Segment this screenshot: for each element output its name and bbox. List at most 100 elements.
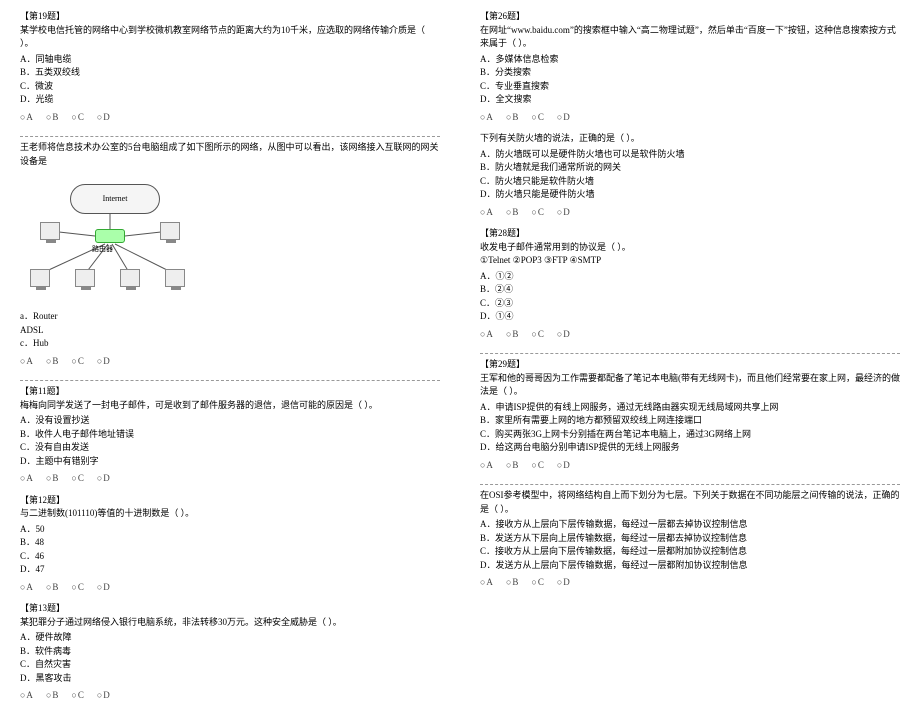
q29-opt-a: A．申请ISP提供的有线上网服务，通过无线路由器实现无线局域网共享上网 [480, 401, 900, 415]
q11-opt-d: D．主题中有错别字 [20, 455, 440, 469]
q30-opt-c: C．接收方从上层向下层传输数据，每经过一层都附加协议控制信息 [480, 545, 900, 559]
q29-heading: 【第29题】 [480, 358, 900, 372]
divider [20, 380, 440, 381]
q26-stem: 在网址“www.baidu.com”的搜索框中输入“高二物理试题”，然后单击“百… [480, 24, 900, 51]
q26-options: A．多媒体信息检索 B．分类搜索 C．专业垂直搜索 D．全文搜索 [480, 53, 900, 107]
network-diagram: Internet 路由器 [20, 174, 200, 304]
q12-opt-a: A．50 [20, 523, 440, 537]
q11-heading: 【第11题】 [20, 385, 440, 399]
q27-opt-b: B．防火墙就是我们通常所说的网关 [480, 161, 900, 175]
q30-opt-d: D．发送方从上层向下层传输数据，每经过一层都附加协议控制信息 [480, 559, 900, 573]
q12-options: A．50 B．48 C．46 D．47 [20, 523, 440, 577]
internet-cloud-icon: Internet [70, 184, 160, 214]
q27-options: A．防火墙既可以是硬件防火墙也可以是软件防火墙 B．防火墙就是我们通常所说的网关… [480, 148, 900, 202]
q12-opt-b: B．48 [20, 536, 440, 550]
q30-radios[interactable]: ○A○B○C○D [480, 576, 900, 590]
question-12: 【第12题】 与二进制数(101110)等值的十进制数是（ ）。 A．50 B．… [20, 494, 440, 595]
q13-opt-d: D．黑客攻击 [20, 672, 440, 686]
q13-heading: 【第13题】 [20, 602, 440, 616]
q19-opt-c: C．微波 [20, 80, 440, 94]
q28-opt-d: D．①④ [480, 310, 900, 324]
q29-opt-b: B．家里所有需要上网的地方都预留双绞线上网连接端口 [480, 414, 900, 428]
q20-options: a．Router ADSL c．Hub [20, 310, 440, 351]
question-29: 【第29题】 王军和他的哥哥因为工作需要都配备了笔记本电脑(带有无线网卡)，而且… [480, 358, 900, 472]
q12-radios[interactable]: ○A○B○C○D [20, 581, 440, 595]
q11-options: A．没有设置抄送 B．收件人电子邮件地址错误 C．没有自由发送 D．主题中有错别… [20, 414, 440, 468]
q20-opt-a: a．Router [20, 310, 440, 324]
q28-opt-c: C．②③ [480, 297, 900, 311]
question-30: 在OSI参考模型中，将网络结构自上而下划分为七层。下列关于数据在不同功能层之间传… [480, 489, 900, 590]
q20-opt-b: ADSL [20, 324, 440, 338]
divider [480, 484, 900, 485]
q19-opt-b: B．五类双绞线 [20, 66, 440, 80]
q19-heading: 【第19题】 [20, 10, 440, 24]
right-column: 【第26题】 在网址“www.baidu.com”的搜索框中输入“高二物理试题”… [480, 10, 900, 640]
q30-opt-a: A．接收方从上层向下层传输数据，每经过一层都去掉协议控制信息 [480, 518, 900, 532]
pc-icon [40, 222, 60, 240]
question-19: 【第19题】 某学校电信托管的网络中心到学校微机教室网络节点的距离大约为10千米… [20, 10, 440, 124]
q26-opt-c: C．专业垂直搜索 [480, 80, 900, 94]
pc-icon [30, 269, 50, 287]
q30-options: A．接收方从上层向下层传输数据，每经过一层都去掉协议控制信息 B．发送方从下层向… [480, 518, 900, 572]
q19-stem: 某学校电信托管的网络中心到学校微机教室网络节点的距离大约为10千米，应选取的网络… [20, 24, 440, 51]
q26-opt-a: A．多媒体信息检索 [480, 53, 900, 67]
q13-radios[interactable]: ○A○B○C○D [20, 689, 440, 703]
q28-heading: 【第28题】 [480, 227, 900, 241]
q29-radios[interactable]: ○A○B○C○D [480, 459, 900, 473]
q11-opt-c: C．没有自由发送 [20, 441, 440, 455]
question-28: 【第28题】 收发电子邮件通常用到的协议是（ ）。 ①Telnet ②POP3 … [480, 227, 900, 341]
q27-radios[interactable]: ○A○B○C○D [480, 206, 900, 220]
q27-opt-c: C．防火墙只能是软件防火墙 [480, 175, 900, 189]
q30-opt-b: B．发送方从下层向上层传输数据，每经过一层都去掉协议控制信息 [480, 532, 900, 546]
q12-opt-d: D．47 [20, 563, 440, 577]
question-20: 王老师将信息技术办公室的5台电脑组成了如下图所示的网络，从图中可以看出，该网络接… [20, 141, 440, 368]
q19-radios[interactable]: ○A○B○C○D [20, 111, 440, 125]
q27-opt-d: D．防火墙只能是硬件防火墙 [480, 188, 900, 202]
q11-radios[interactable]: ○A○B○C○D [20, 472, 440, 486]
q28-radios[interactable]: ○A○B○C○D [480, 328, 900, 342]
q28-opt-b: B．②④ [480, 283, 900, 297]
q11-opt-a: A．没有设置抄送 [20, 414, 440, 428]
q19-opt-a: A．同轴电缆 [20, 53, 440, 67]
q20-stem: 王老师将信息技术办公室的5台电脑组成了如下图所示的网络，从图中可以看出，该网络接… [20, 141, 440, 168]
q30-stem: 在OSI参考模型中，将网络结构自上而下划分为七层。下列关于数据在不同功能层之间传… [480, 489, 900, 516]
q27-stem: 下列有关防火墙的说法，正确的是（ ）。 [480, 132, 900, 146]
q13-opt-c: C．自然灾害 [20, 658, 440, 672]
router-label: 路由器 [92, 244, 113, 255]
question-26: 【第26题】 在网址“www.baidu.com”的搜索框中输入“高二物理试题”… [480, 10, 900, 124]
divider [480, 353, 900, 354]
q20-opt-c: c．Hub [20, 337, 440, 351]
question-27: 下列有关防火墙的说法，正确的是（ ）。 A．防火墙既可以是硬件防火墙也可以是软件… [480, 132, 900, 219]
q28-stem: 收发电子邮件通常用到的协议是（ ）。 [480, 241, 900, 255]
q26-radios[interactable]: ○A○B○C○D [480, 111, 900, 125]
q29-opt-d: D．给这两台电脑分别申请ISP提供的无线上网服务 [480, 441, 900, 455]
q13-options: A．硬件故障 B．软件病毒 C．自然灾害 D．黑客攻击 [20, 631, 440, 685]
q11-stem: 梅梅向同学发送了一封电子邮件，可是收到了邮件服务器的退信，退信可能的原因是（ ）… [20, 399, 440, 413]
q19-opt-d: D．光缆 [20, 93, 440, 107]
q28-options: A．①② B．②④ C．②③ D．①④ [480, 270, 900, 324]
pc-icon [75, 269, 95, 287]
q29-opt-c: C．购买两张3G上网卡分别插在两台笔记本电脑上，通过3G网络上网 [480, 428, 900, 442]
q13-stem: 某犯罪分子通过网络侵入银行电脑系统，非法转移30万元。这种安全威胁是（ ）。 [20, 616, 440, 630]
q13-opt-a: A．硬件故障 [20, 631, 440, 645]
q12-heading: 【第12题】 [20, 494, 440, 508]
q20-radios[interactable]: ○A○B○C○D [20, 355, 440, 369]
q28-protocols: ①Telnet ②POP3 ③FTP ④SMTP [480, 254, 900, 268]
q12-stem: 与二进制数(101110)等值的十进制数是（ ）。 [20, 507, 440, 521]
q29-stem: 王军和他的哥哥因为工作需要都配备了笔记本电脑(带有无线网卡)，而且他们经常要在家… [480, 372, 900, 399]
left-column: 【第19题】 某学校电信托管的网络中心到学校微机教室网络节点的距离大约为10千米… [20, 10, 440, 640]
divider [20, 136, 440, 137]
q26-opt-b: B．分类搜索 [480, 66, 900, 80]
q11-opt-b: B．收件人电子邮件地址错误 [20, 428, 440, 442]
pc-icon [165, 269, 185, 287]
q19-options: A．同轴电缆 B．五类双绞线 C．微波 D．光缆 [20, 53, 440, 107]
router-icon [95, 229, 125, 243]
pc-icon [120, 269, 140, 287]
q12-opt-c: C．46 [20, 550, 440, 564]
q26-opt-d: D．全文搜索 [480, 93, 900, 107]
q26-heading: 【第26题】 [480, 10, 900, 24]
q28-opt-a: A．①② [480, 270, 900, 284]
question-13: 【第13题】 某犯罪分子通过网络侵入银行电脑系统，非法转移30万元。这种安全威胁… [20, 602, 440, 703]
q27-opt-a: A．防火墙既可以是硬件防火墙也可以是软件防火墙 [480, 148, 900, 162]
question-11: 【第11题】 梅梅向同学发送了一封电子邮件，可是收到了邮件服务器的退信，退信可能… [20, 385, 440, 486]
